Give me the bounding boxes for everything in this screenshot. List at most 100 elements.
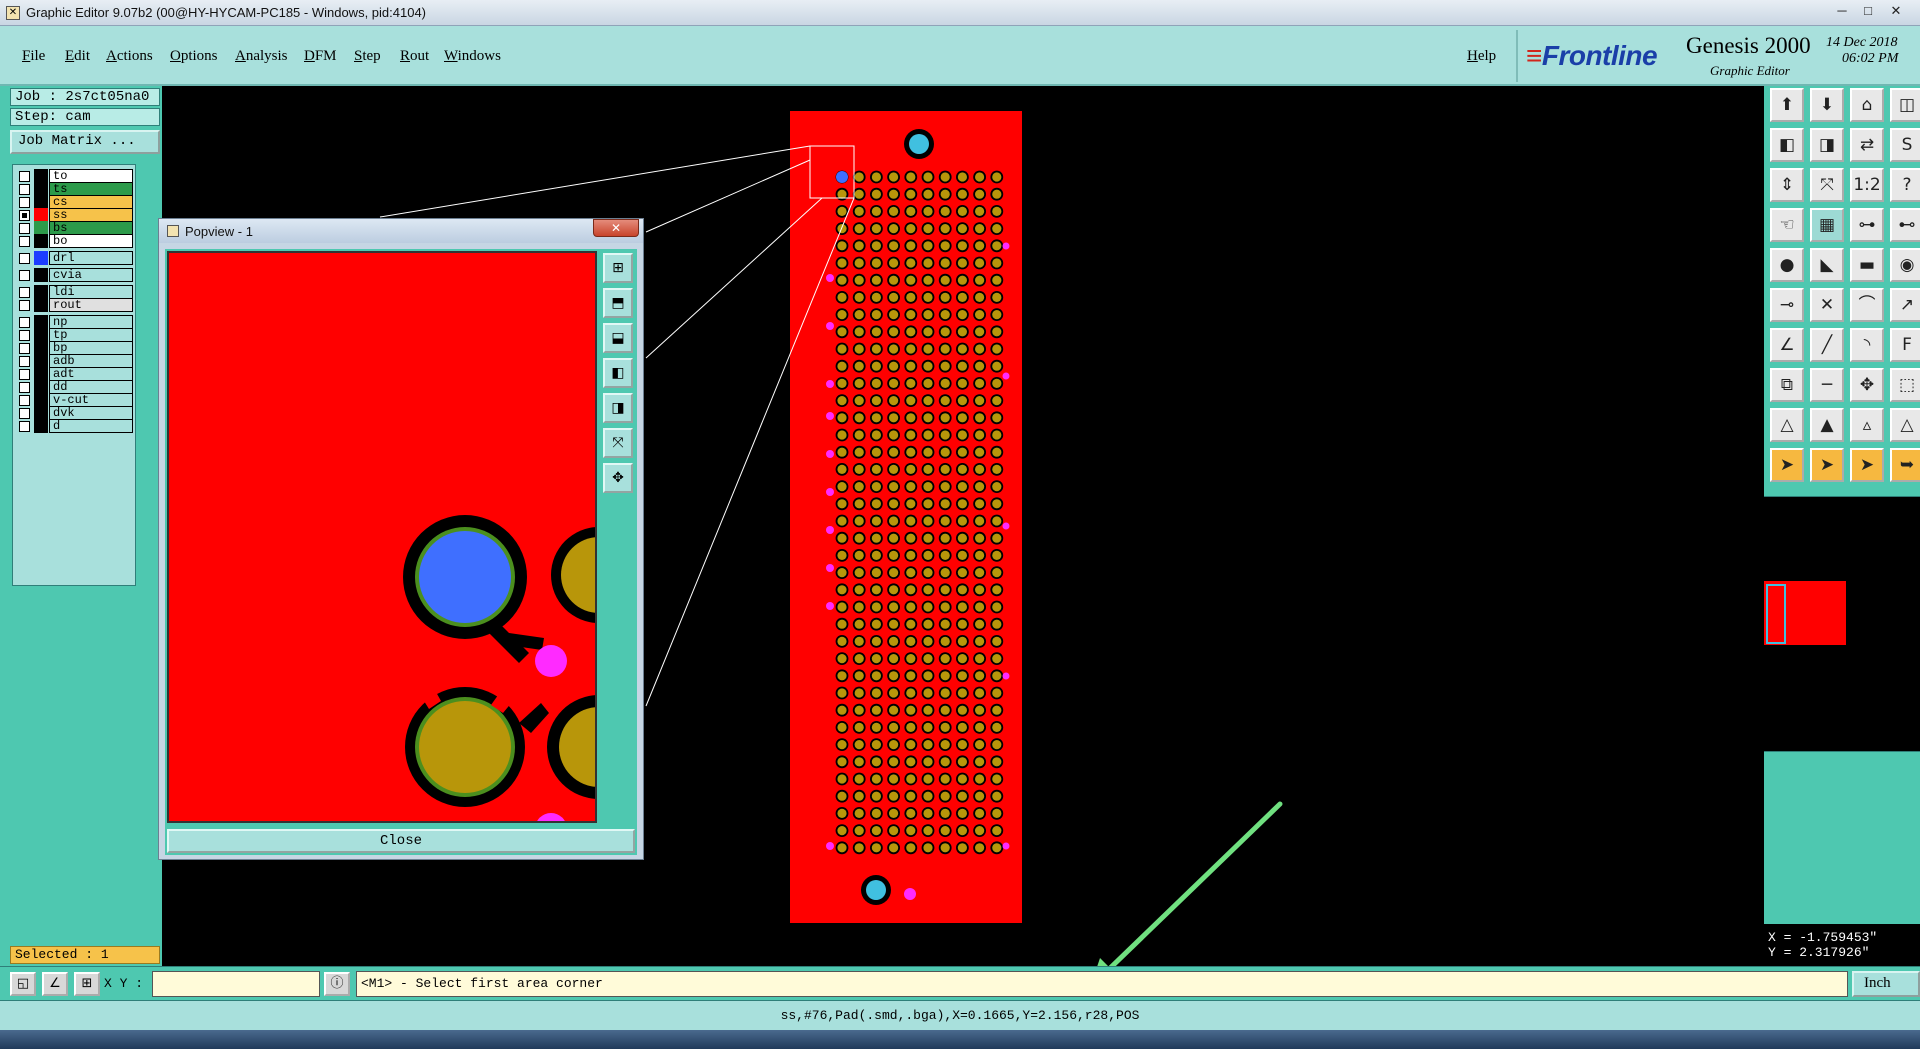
menu-step[interactable]: Step bbox=[354, 48, 381, 65]
pattern-icon[interactable]: ⬚ bbox=[1890, 368, 1920, 402]
layer-checkbox[interactable] bbox=[19, 395, 30, 406]
layer-name[interactable]: dd bbox=[49, 380, 133, 394]
connect-icon[interactable]: ⊸ bbox=[1770, 288, 1804, 322]
snap-icon[interactable]: S bbox=[1890, 128, 1920, 162]
layer-color-swatch[interactable] bbox=[34, 195, 48, 209]
layer-row-ts[interactable]: ts bbox=[17, 182, 133, 196]
layer-checkbox[interactable] bbox=[19, 343, 30, 354]
layer-checkbox[interactable] bbox=[19, 317, 30, 328]
select-icon[interactable]: ➤ bbox=[1770, 448, 1804, 482]
layer-color-swatch[interactable] bbox=[34, 234, 48, 248]
layer-row-to[interactable]: to bbox=[17, 169, 133, 183]
menu-edit[interactable]: Edit bbox=[65, 48, 90, 65]
mini-preview[interactable] bbox=[1764, 496, 1920, 752]
layer-name[interactable]: ldi bbox=[49, 285, 133, 299]
pan-right-icon[interactable]: ◨ bbox=[1810, 128, 1844, 162]
layer-checkbox[interactable] bbox=[19, 210, 30, 221]
layer-color-swatch[interactable] bbox=[34, 380, 48, 394]
triangle-icon[interactable]: △ bbox=[1770, 408, 1804, 442]
menu-analysis[interactable]: Analysis bbox=[235, 48, 288, 65]
layer-name[interactable]: v-cut bbox=[49, 393, 133, 407]
layer-checkbox[interactable] bbox=[19, 197, 30, 208]
popview-right-icon[interactable]: ◨ bbox=[603, 393, 633, 423]
home-icon[interactable]: ⌂ bbox=[1850, 88, 1884, 122]
move-icon[interactable]: ✥ bbox=[1850, 368, 1884, 402]
layer-color-swatch[interactable] bbox=[34, 393, 48, 407]
layer-color-swatch[interactable] bbox=[34, 419, 48, 433]
layer-row-ldi[interactable]: ldi bbox=[17, 285, 133, 299]
layer-color-swatch[interactable] bbox=[34, 169, 48, 183]
popview-close-x-button[interactable]: ✕ bbox=[593, 219, 639, 237]
move-pad-icon[interactable]: ↗ bbox=[1890, 288, 1920, 322]
layer-row-ss[interactable]: ss bbox=[17, 208, 133, 222]
pan-left-icon[interactable]: ◧ bbox=[1770, 128, 1804, 162]
maximize-button[interactable]: □ bbox=[1856, 2, 1880, 20]
layer-checkbox[interactable] bbox=[19, 369, 30, 380]
layer-checkbox[interactable] bbox=[19, 330, 30, 341]
fit-all-icon[interactable]: ⤧ bbox=[1810, 168, 1844, 202]
layer-row-dd[interactable]: dd bbox=[17, 380, 133, 394]
window-close-button[interactable]: ✕ bbox=[1884, 2, 1908, 20]
popview-fit-icon[interactable]: ⤧ bbox=[603, 428, 633, 458]
popview-left-icon[interactable]: ◧ bbox=[603, 358, 633, 388]
triangle-c-icon[interactable]: △ bbox=[1890, 408, 1920, 442]
layer-color-swatch[interactable] bbox=[34, 251, 48, 265]
popview-titlebar[interactable]: Popview - 1 ✕ bbox=[159, 219, 643, 243]
layer-checkbox[interactable] bbox=[19, 287, 30, 298]
line-angle-icon[interactable]: ∠ bbox=[1770, 328, 1804, 362]
menu-help[interactable]: Help bbox=[1467, 48, 1496, 65]
layer-name[interactable]: to bbox=[49, 169, 133, 183]
cross-icon[interactable]: ✕ bbox=[1810, 288, 1844, 322]
layer-color-swatch[interactable] bbox=[34, 268, 48, 282]
layer-name[interactable]: bs bbox=[49, 221, 133, 235]
layer-row-tp[interactable]: tp bbox=[17, 328, 133, 342]
menu-dfm[interactable]: DFM bbox=[304, 48, 337, 65]
layer-color-swatch[interactable] bbox=[34, 182, 48, 196]
layer-color-swatch[interactable] bbox=[34, 328, 48, 342]
layer-row-adb[interactable]: adb bbox=[17, 354, 133, 368]
menu-options[interactable]: Options bbox=[170, 48, 218, 65]
layer-color-swatch[interactable] bbox=[34, 367, 48, 381]
layer-checkbox[interactable] bbox=[19, 356, 30, 367]
text-tool-icon[interactable]: F bbox=[1890, 328, 1920, 362]
layer-row-drl[interactable]: drl bbox=[17, 251, 133, 265]
xy-input[interactable] bbox=[152, 971, 320, 997]
triangle-b-icon[interactable]: ▵ bbox=[1850, 408, 1884, 442]
layer-name[interactable]: bo bbox=[49, 234, 133, 248]
layer-checkbox[interactable] bbox=[19, 236, 30, 247]
layer-color-swatch[interactable] bbox=[34, 406, 48, 420]
fit-vertical-icon[interactable]: ⇕ bbox=[1770, 168, 1804, 202]
measure-icon[interactable]: ◱ bbox=[10, 972, 36, 996]
hand-icon[interactable]: ☜ bbox=[1770, 208, 1804, 242]
layer-checkbox[interactable] bbox=[19, 223, 30, 234]
slot-tool-icon[interactable]: ▬ bbox=[1850, 248, 1884, 282]
job-matrix-button[interactable]: Job Matrix ... bbox=[10, 130, 160, 154]
layer-row-bo[interactable]: bo bbox=[17, 234, 133, 248]
popview-top-icon[interactable]: ⬒ bbox=[603, 288, 633, 318]
layer-row-cs[interactable]: cs bbox=[17, 195, 133, 209]
layer-checkbox[interactable] bbox=[19, 408, 30, 419]
layer-color-swatch[interactable] bbox=[34, 208, 48, 222]
layer-color-swatch[interactable] bbox=[34, 285, 48, 299]
layer-color-swatch[interactable] bbox=[34, 298, 48, 312]
layer-name[interactable]: cvia bbox=[49, 268, 133, 282]
layer-checkbox[interactable] bbox=[19, 300, 30, 311]
layer-name[interactable]: d bbox=[49, 419, 133, 433]
circle-tool-icon[interactable]: ◉ bbox=[1890, 248, 1920, 282]
net-icon[interactable]: ⊷ bbox=[1890, 208, 1920, 242]
layer-row-v-cut[interactable]: v-cut bbox=[17, 393, 133, 407]
layer-name[interactable]: cs bbox=[49, 195, 133, 209]
layer-checkbox[interactable] bbox=[19, 421, 30, 432]
minimize-button[interactable]: ─ bbox=[1830, 2, 1854, 20]
grid-icon[interactable]: ▦ bbox=[1810, 208, 1844, 242]
layer-row-bs[interactable]: bs bbox=[17, 221, 133, 235]
units-button[interactable]: Inch bbox=[1852, 971, 1920, 997]
layer-row-dvk[interactable]: dvk bbox=[17, 406, 133, 420]
info-icon[interactable]: ⓘ bbox=[324, 972, 350, 996]
layer-name[interactable]: ss bbox=[49, 208, 133, 222]
menu-rout[interactable]: Rout bbox=[400, 48, 429, 65]
popview-bottom-icon[interactable]: ⬓ bbox=[603, 323, 633, 353]
layer-row-bp[interactable]: bp bbox=[17, 341, 133, 355]
mirror-icon[interactable]: ⇄ bbox=[1850, 128, 1884, 162]
pad-tool-icon[interactable]: ● bbox=[1770, 248, 1804, 282]
